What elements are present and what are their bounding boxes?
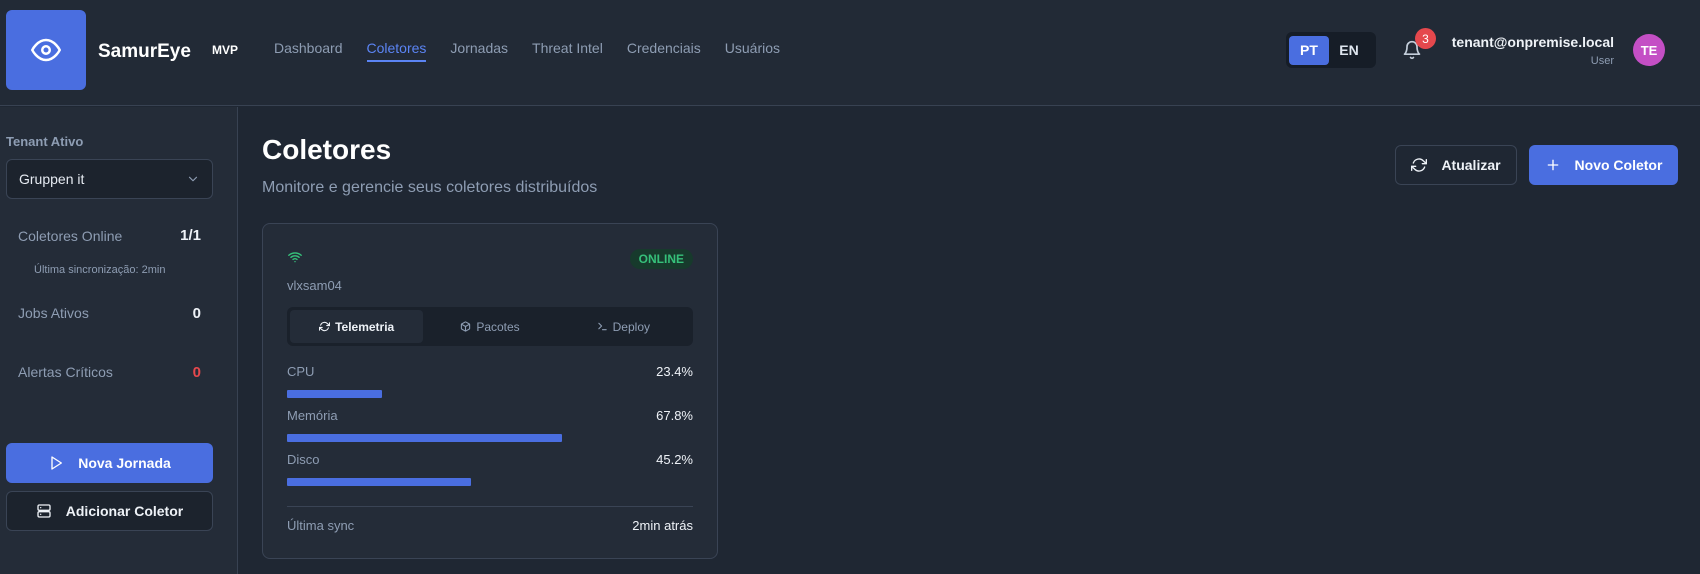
terminal-icon [597,322,607,331]
mvp-badge: MVP [212,43,239,57]
tab-deploy-label: Deploy [612,319,650,334]
cpu-bar [287,390,693,398]
add-collector-button[interactable]: Adicionar Coletor [6,491,213,531]
new-collector-label: Novo Coletor [1574,157,1663,173]
lang-pt-button[interactable]: PT [1289,35,1329,65]
cpu-bar-fill [287,390,382,398]
page-subtitle: Monitore e gerencie seus coletores distr… [262,179,598,196]
nav-usuarios[interactable]: Usuários [725,40,780,62]
brand-name: SamurEye [98,41,191,62]
cpu-value: 23.4% [656,364,693,379]
disk-bar-fill [287,478,471,486]
refresh-label: Atualizar [1441,157,1501,173]
memory-label: Memória [287,408,338,423]
nav-credenciais[interactable]: Credenciais [627,40,701,62]
sidebar: Tenant Ativo Gruppen it Coletores Online… [0,107,238,574]
last-sync-text: Última sincronização: 2min [34,264,166,276]
tenant-label: Tenant Ativo [6,134,84,149]
tab-pacotes[interactable]: Pacotes [423,310,556,343]
memory-bar [287,434,693,442]
disk-label: Disco [287,452,320,467]
package-icon [461,321,471,332]
collector-card: ONLINE vlxsam04 Telemetria Pacotes Deplo… [262,223,718,559]
top-header: SamurEye MVP Dashboard Coletores Jornada… [0,0,1700,106]
new-journey-label: Nova Jornada [78,455,171,471]
avatar[interactable]: TE [1633,34,1665,66]
collector-tabs: Telemetria Pacotes Deploy [287,307,693,346]
cpu-label: CPU [287,364,315,379]
tab-pacotes-label: Pacotes [476,319,520,334]
refresh-icon [1411,158,1428,172]
eye-icon [31,38,61,62]
nav-jornadas[interactable]: Jornadas [450,40,508,62]
logo[interactable] [6,10,86,90]
tenant-select[interactable]: Gruppen it [6,159,213,199]
tenant-select-value: Gruppen it [19,171,85,187]
user-role: User [1590,55,1614,67]
tab-deploy[interactable]: Deploy [557,310,690,343]
page-title: Coletores [262,134,392,165]
last-sync-label: Última sync [287,518,355,533]
memory-bar-fill [287,434,563,442]
language-toggle: PT EN [1286,32,1376,68]
tab-telemetria-label: Telemetria [335,319,395,334]
new-collector-button[interactable]: Novo Coletor [1529,145,1678,185]
jobs-value: 0 [192,305,201,322]
divider [287,506,693,507]
disk-value: 45.2% [656,452,693,467]
lang-en-button[interactable]: EN [1329,36,1369,65]
memory-value: 67.8% [656,408,693,423]
refresh-button[interactable]: Atualizar [1395,145,1517,185]
main-nav: Dashboard Coletores Jornadas Threat Inte… [274,40,804,62]
nav-threat-intel[interactable]: Threat Intel [532,40,603,62]
collectors-online-value: 1/1 [180,227,201,244]
server-icon [37,504,51,518]
collector-hostname: vlxsam04 [287,278,342,293]
status-badge: ONLINE [629,249,693,269]
refresh-icon [319,321,331,332]
new-journey-button[interactable]: Nova Jornada [6,443,213,483]
user-email: tenant@onpremise.local [1451,34,1614,50]
plus-icon [1547,159,1558,171]
alerts-value: 0 [192,364,201,381]
wifi-icon [288,252,302,263]
tab-telemetria[interactable]: Telemetria [290,310,424,343]
add-collector-label: Adicionar Coletor [65,503,184,519]
last-sync-value: 2min atrás [632,518,693,533]
chevron-down-icon [188,176,198,182]
alerts-label: Alertas Críticos [18,364,113,380]
nav-coletores[interactable]: Coletores [366,40,427,62]
collectors-online-label: Coletores Online [18,228,123,244]
nav-dashboard[interactable]: Dashboard [274,40,343,62]
disk-bar [287,478,693,486]
notification-count-badge: 3 [1415,28,1436,49]
play-icon [51,456,63,470]
jobs-label: Jobs Ativos [18,305,89,321]
